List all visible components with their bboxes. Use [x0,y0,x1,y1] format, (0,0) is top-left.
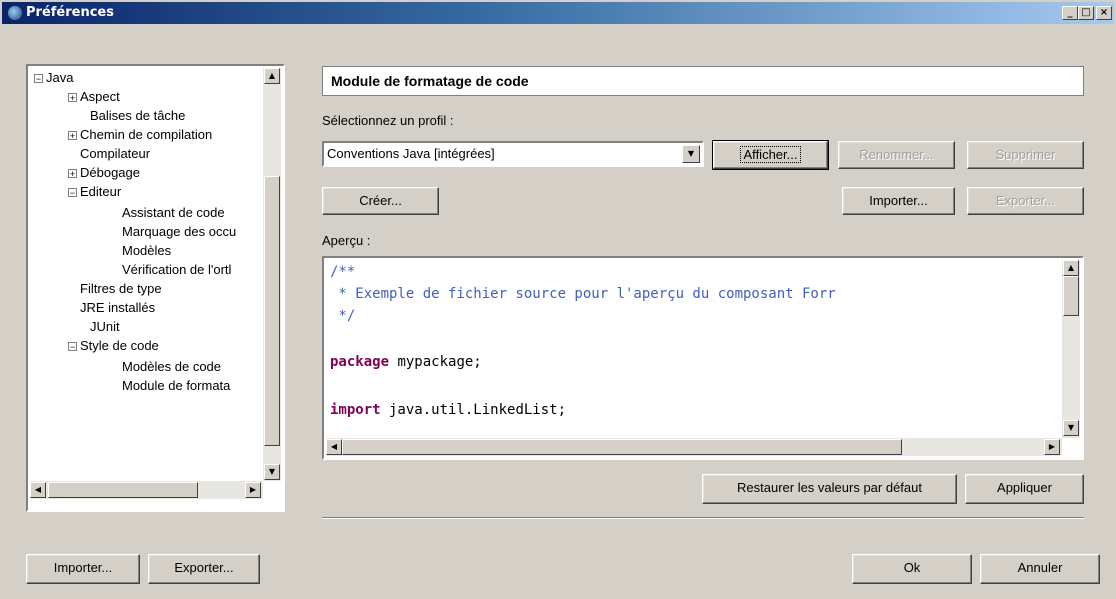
title-bar[interactable]: Préférences _ □ × [2,2,1114,24]
collapse-icon[interactable]: − [68,188,77,198]
preferences-tree: − Java + Aspect Balises de tâche + Chemin d… [26,64,285,512]
expand-icon[interactable]: + [68,169,77,179]
tree-item-label: JRE installés [80,300,156,315]
expand-icon[interactable]: + [68,93,77,103]
ok-button[interactable]: Ok [852,554,972,584]
page-title: Module de formatage de code [322,66,1084,96]
tree-item-label: Balises de tâche [90,108,186,123]
tree-item-style[interactable]: − Style de code [68,336,159,355]
tree-item-label: Modèles de code [122,359,222,374]
button-label: Afficher... [739,146,802,163]
tree-item-compilateur[interactable]: Compilateur [80,144,150,163]
scroll-right-icon[interactable]: ▶ [1044,439,1060,455]
code-import-line: import java.util.LinkedList; [330,402,566,418]
tree-item-label: Module de formata [122,378,231,393]
scroll-right-icon[interactable]: ▶ [245,482,261,498]
code-preview-content: /** * Exemple de fichier source pour l'a… [326,260,1060,438]
restore-defaults-button[interactable]: Restaurer les valeurs par défaut [702,474,957,504]
apply-button[interactable]: Appliquer [965,474,1084,504]
tree-item-aspect[interactable]: + Aspect [68,87,120,106]
tree-item-label: Style de code [80,338,159,353]
tree-item-label: Aspect [80,89,120,104]
tree-item-label: Assistant de code [122,205,225,220]
tree-item-label: Vérification de l'ortl [122,262,232,277]
code-text: mypackage; [389,354,482,370]
tree-item-debogage[interactable]: + Débogage [68,163,140,182]
tree-item-filtres[interactable]: Filtres de type [80,279,162,298]
profile-label: Sélectionnez un profil : [322,113,454,128]
tree-item-assistant[interactable]: Assistant de code [122,203,225,222]
export-profile-button[interactable]: Exporter... [967,187,1084,215]
tree-list: − Java + Aspect Balises de tâche + Chemin d… [30,68,263,481]
export-preferences-button[interactable]: Exporter... [148,554,260,584]
preview-horizontal-scrollbar[interactable]: ◀ ▶ [326,438,1062,456]
cancel-button[interactable]: Annuler [980,554,1100,584]
scroll-down-icon[interactable]: ▼ [1063,420,1079,436]
profile-select-value: Conventions Java [intégrées] [327,146,495,161]
scroll-left-icon[interactable]: ◀ [30,482,46,498]
create-profile-button[interactable]: Créer... [322,187,439,215]
preferences-dialog: Préférences _ □ × − Java + Aspect Balises … [0,0,1116,599]
tree-item-label: Modèles [122,243,172,258]
tree-item-balises[interactable]: Balises de tâche [90,106,185,125]
code-comment-line: */ [330,308,356,324]
profile-select[interactable]: Conventions Java [intégrées] ▼ [322,141,704,167]
app-icon [8,6,22,20]
preview-label: Aperçu : [322,233,371,248]
window-title: Préférences [26,5,114,20]
close-button[interactable]: × [1096,6,1112,20]
import-profile-button[interactable]: Importer... [842,187,955,215]
tree-horizontal-scrollbar[interactable]: ◀ ▶ [30,481,263,499]
tree-item-modeles-code[interactable]: Modèles de code [122,357,221,376]
tree-item-module-formatage[interactable]: Module de formata [122,376,230,395]
rename-profile-button[interactable]: Renommer... [838,141,955,169]
tree-item-junit[interactable]: JUnit [90,317,120,336]
divider [322,517,1084,519]
scroll-thumb[interactable] [48,482,198,498]
scroll-up-icon[interactable]: ▲ [264,68,280,84]
code-comment-line: * Exemple de fichier source pour l'aperç… [330,286,836,302]
delete-profile-button[interactable]: Supprimer [967,141,1084,169]
tree-item-modeles[interactable]: Modèles [122,241,171,260]
collapse-icon[interactable]: − [68,342,77,352]
tree-item-label: Editeur [80,184,122,199]
code-text: java.util.LinkedList; [380,402,567,418]
code-keyword: import [330,402,381,418]
tree-item-chemin[interactable]: + Chemin de compilation [68,125,212,144]
code-package-line: package mypackage; [330,354,482,370]
collapse-icon[interactable]: − [34,74,43,84]
tree-item-java[interactable]: − Java [34,68,73,87]
scroll-left-icon[interactable]: ◀ [326,439,342,455]
maximize-button[interactable]: □ [1078,6,1094,20]
expand-icon[interactable]: + [68,131,77,141]
tree-item-label: Compilateur [80,146,151,161]
tree-item-marquage[interactable]: Marquage des occu [122,222,236,241]
preview-vertical-scrollbar[interactable]: ▲ ▼ [1062,260,1080,438]
scroll-up-icon[interactable]: ▲ [1063,260,1079,276]
scroll-thumb[interactable] [1063,276,1079,316]
code-keyword: package [330,354,390,370]
tree-item-jre[interactable]: JRE installés [80,298,155,317]
tree-item-editeur[interactable]: − Editeur [68,182,121,201]
show-profile-button[interactable]: Afficher... [712,140,829,170]
tree-item-label: Filtres de type [80,281,162,296]
minimize-button[interactable]: _ [1062,6,1078,20]
tree-item-label: Chemin de compilation [80,127,213,142]
scroll-thumb[interactable] [264,176,280,446]
code-preview[interactable]: /** * Exemple de fichier source pour l'a… [322,256,1084,460]
tree-item-label: JUnit [90,319,120,334]
scroll-down-icon[interactable]: ▼ [264,464,280,480]
tree-item-label: Marquage des occu [122,224,237,239]
chevron-down-icon[interactable]: ▼ [682,145,700,163]
tree-item-label: Java [46,70,74,85]
tree-vertical-scrollbar[interactable]: ▲ ▼ [263,68,281,481]
import-preferences-button[interactable]: Importer... [26,554,140,584]
tree-item-label: Débogage [80,165,140,180]
scroll-thumb[interactable] [342,439,902,455]
code-comment-line: /** [330,264,356,280]
tree-item-verification[interactable]: Vérification de l'ortl [122,260,231,279]
